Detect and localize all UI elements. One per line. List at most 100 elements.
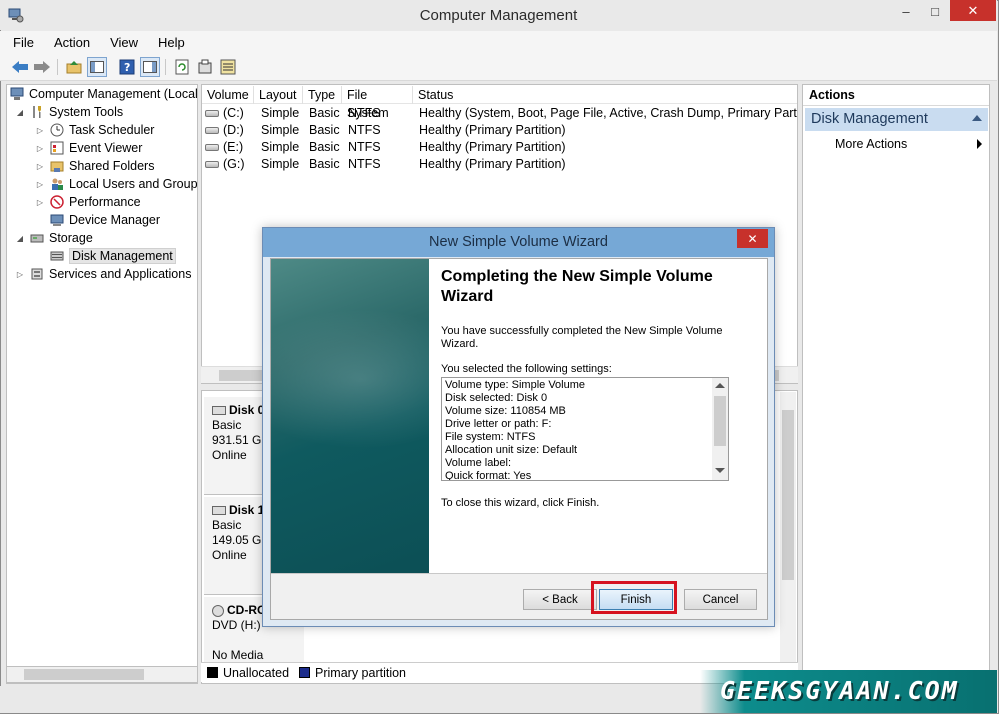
wizard-close-hint: To close this wizard, click Finish. — [441, 497, 600, 509]
column-header-file-system[interactable]: File System — [342, 86, 413, 120]
tree-node-services-apps[interactable]: ▷ Services and Applications — [15, 265, 192, 283]
tree-node-local-users[interactable]: ▷ Local Users and Groups — [35, 175, 198, 193]
menu-help[interactable]: Help — [155, 35, 188, 50]
tree-horizontal-scrollbar[interactable] — [6, 666, 198, 683]
back-arrow-icon[interactable] — [10, 57, 30, 77]
wizard-banner-image — [231, 259, 491, 573]
more-actions-item[interactable]: More Actions — [805, 135, 988, 153]
menu-file[interactable]: File — [10, 35, 37, 50]
tree-label-disk-management: Disk Management — [69, 248, 176, 264]
minimize-button[interactable]: – — [890, 0, 922, 22]
expand-arrow-icon[interactable]: ▷ — [35, 162, 45, 171]
refresh-icon[interactable] — [172, 57, 192, 77]
layout-cell: Simple — [261, 123, 300, 137]
cdrom-icon — [212, 604, 224, 617]
up-folder-icon[interactable] — [64, 57, 84, 77]
expand-arrow-icon[interactable]: ▷ — [15, 270, 25, 279]
show-hide-action-pane-icon[interactable] — [140, 57, 160, 77]
disk-view-vertical-scrollbar[interactable] — [780, 392, 796, 662]
status-cell: Healthy (System, Boot, Page File, Active… — [419, 106, 798, 120]
setting-line: Volume label: — [445, 457, 512, 469]
wizard-settings-label: You selected the following settings: — [441, 363, 612, 375]
tree-label-local-users: Local Users and Groups — [69, 177, 198, 191]
maximize-button[interactable]: □ — [922, 0, 948, 22]
setting-line: File system: NTFS — [445, 431, 536, 443]
console-tree: Computer Management (Local ◢ System Tool… — [6, 84, 198, 684]
tree-node-disk-management[interactable]: Disk Management — [49, 247, 176, 265]
scrollbar-thumb[interactable] — [714, 396, 726, 446]
finish-button[interactable]: Finish — [599, 589, 673, 610]
tree-node-system-tools[interactable]: ◢ System Tools — [15, 103, 123, 121]
column-header-volume[interactable]: Volume — [202, 86, 254, 104]
table-row[interactable]: (E:) Simple Basic NTFS Healthy (Primary … — [202, 139, 797, 156]
back-button[interactable]: < Back — [523, 589, 597, 610]
shared-folder-icon — [49, 158, 65, 174]
wizard-title: New Simple Volume Wizard — [429, 234, 608, 250]
type-cell: Basic — [309, 157, 340, 171]
setting-line: Disk selected: Disk 0 — [445, 392, 548, 404]
table-row[interactable]: (D:) Simple Basic NTFS Healthy (Primary … — [202, 122, 797, 139]
disk-name: Disk 1 — [229, 503, 265, 517]
actions-section-disk-management[interactable]: Disk Management — [805, 108, 988, 131]
scrollbar-thumb[interactable] — [24, 669, 144, 680]
show-hide-tree-icon[interactable] — [87, 57, 107, 77]
menu-view[interactable]: View — [107, 35, 141, 50]
fs-cell: NTFS — [348, 123, 381, 137]
scroll-down-arrow-icon[interactable] — [715, 468, 725, 473]
settings-vertical-scrollbar[interactable] — [712, 378, 728, 480]
table-row[interactable]: (C:) Simple Basic NTFS Healthy (System, … — [202, 105, 798, 122]
setting-line: Volume size: 110854 MB — [445, 405, 566, 417]
volume-cell: (D:) — [205, 122, 244, 139]
help-icon[interactable]: ? — [117, 57, 137, 77]
toolbar-separator — [57, 59, 58, 75]
fs-cell: NTFS — [348, 106, 381, 120]
tree-node-device-manager[interactable]: Device Manager — [49, 211, 160, 229]
volume-cell: (E:) — [205, 139, 243, 156]
collapse-arrow-icon[interactable]: ◢ — [15, 108, 25, 117]
collapse-triangle-icon[interactable] — [972, 115, 982, 121]
tree-node-task-scheduler[interactable]: ▷ Task Scheduler — [35, 121, 155, 139]
title-bar: Computer Management – □ ✕ — [0, 0, 997, 30]
scrollbar-thumb[interactable] — [782, 410, 794, 580]
tree-node-storage[interactable]: ◢ Storage — [15, 229, 93, 247]
wizard-divider — [271, 573, 767, 574]
disk-management-icon — [49, 248, 65, 264]
tree-node-shared-folders[interactable]: ▷ Shared Folders — [35, 157, 155, 175]
expand-arrow-icon[interactable]: ▷ — [35, 180, 45, 189]
volume-cell: (C:) — [205, 105, 244, 122]
cancel-button[interactable]: Cancel — [684, 589, 757, 610]
column-header-type[interactable]: Type — [303, 86, 342, 104]
export-list-icon[interactable] — [218, 57, 238, 77]
legend-unallocated: Unallocated — [223, 665, 290, 680]
actions-section-label: Disk Management — [811, 111, 928, 127]
type-cell: Basic — [309, 106, 340, 120]
close-button[interactable]: ✕ — [950, 0, 996, 21]
wizard-close-button[interactable]: ✕ — [737, 229, 768, 248]
expand-arrow-icon[interactable]: ▷ — [35, 198, 45, 207]
tree-node-event-viewer[interactable]: ▷ Event Viewer — [35, 139, 143, 157]
watermark-logo: GEEKSGYAAN.COM — [720, 676, 959, 705]
setting-line: Quick format: Yes — [445, 470, 532, 481]
expand-arrow-icon[interactable]: ▷ — [35, 144, 45, 153]
fs-cell: NTFS — [348, 157, 381, 171]
tree-node-performance[interactable]: ▷ Performance — [35, 193, 141, 211]
tree-label-storage: Storage — [49, 231, 93, 245]
menu-action[interactable]: Action — [51, 35, 93, 50]
computer-icon — [9, 86, 25, 102]
column-header-layout[interactable]: Layout — [254, 86, 303, 104]
column-header-status[interactable]: Status — [413, 86, 797, 104]
scroll-up-arrow-icon[interactable] — [715, 383, 725, 388]
table-row[interactable]: (G:) Simple Basic NTFS Healthy (Primary … — [202, 156, 797, 173]
collapse-arrow-icon[interactable]: ◢ — [15, 234, 25, 243]
properties-icon[interactable] — [195, 57, 215, 77]
wizard-content: Completing the New Simple Volume Wizard … — [429, 259, 767, 573]
tree-node-root[interactable]: Computer Management (Local — [9, 85, 198, 103]
actions-header: Actions — [803, 85, 989, 106]
setting-line: Volume type: Simple Volume — [445, 379, 586, 391]
wizard-settings-textbox[interactable]: Volume type: Simple Volume Disk selected… — [441, 377, 729, 481]
storage-icon — [29, 230, 45, 246]
expand-arrow-icon[interactable]: ▷ — [35, 126, 45, 135]
forward-arrow-icon[interactable] — [32, 57, 52, 77]
tree-label-root: Computer Management (Local — [29, 87, 198, 101]
